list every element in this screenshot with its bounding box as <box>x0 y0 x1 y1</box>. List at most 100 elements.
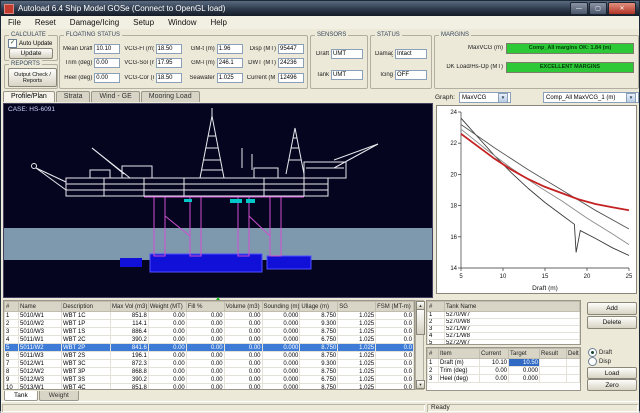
menu-item-file[interactable]: File <box>1 16 28 29</box>
column-header[interactable]: Weight (MT) <box>148 302 186 312</box>
table-cell: 9.300 <box>300 320 338 328</box>
tab-mooring-load[interactable]: Mooring Load <box>141 91 200 102</box>
table-row[interactable]: 45271/W8 <box>428 333 580 340</box>
table-cell: 1.025 <box>338 320 376 328</box>
column-header[interactable]: Tank Name <box>445 302 580 312</box>
table-row[interactable]: 85012/W2WBT 3P868.80.000.000.000.0008.75… <box>5 368 414 376</box>
tab-wind-ge[interactable]: Wind - GE <box>91 91 139 102</box>
menu-item-damage-icing[interactable]: Damage/Icing <box>63 16 126 29</box>
table-row[interactable]: 45011/W1WBT 2C390.20.000.000.000.0006.75… <box>5 336 414 344</box>
scrollbar-thumb[interactable] <box>416 309 425 335</box>
field-value[interactable]: 17.95 <box>156 58 182 68</box>
load-button[interactable]: Load <box>587 367 637 379</box>
column-header[interactable]: # <box>428 302 445 312</box>
field-value[interactable]: OFF <box>395 70 427 80</box>
field-value[interactable]: 1.96 <box>217 44 243 54</box>
graph-type-combobox[interactable]: MaxVCG ▼ <box>459 92 511 103</box>
output-check-reports-button[interactable]: Output Check / Reports <box>8 68 57 87</box>
tab-strata[interactable]: Strata <box>56 91 91 102</box>
sheet-tab-tank[interactable]: Tank <box>4 391 38 401</box>
field-value[interactable]: 0.00 <box>94 73 120 83</box>
column-header[interactable]: Target <box>509 349 540 359</box>
column-header[interactable]: Fill % <box>186 302 224 312</box>
scroll-down-icon[interactable]: ▼ <box>416 380 425 389</box>
table-cell: 0.00 <box>148 368 186 376</box>
field-value[interactable]: 24236 <box>278 58 304 68</box>
column-header[interactable]: SG <box>338 302 376 312</box>
table-row[interactable]: 25010/W2WBT 1P114.10.000.000.000.0009.30… <box>5 320 414 328</box>
field-value[interactable]: UMT <box>331 49 363 59</box>
table-row[interactable]: 3Heel (deg)0.000.000 <box>428 375 580 383</box>
field-value[interactable]: UMT <box>331 70 363 80</box>
table-row[interactable]: 55011/W2WBT 2P841.60.000.000.000.0008.75… <box>5 344 414 352</box>
maximize-button[interactable]: ▢ <box>589 2 607 15</box>
menu-item-setup[interactable]: Setup <box>126 16 161 29</box>
table-row[interactable]: 65011/W3WBT 2S196.10.000.000.000.0008.75… <box>5 352 414 360</box>
field-value[interactable]: 95447 <box>278 44 304 54</box>
field-value[interactable]: 18.50 <box>156 73 182 83</box>
table-row[interactable]: 2Trim (deg)0.000.000 <box>428 367 580 375</box>
zero-button[interactable]: Zero <box>587 379 637 391</box>
column-header[interactable]: Name <box>19 302 62 312</box>
column-header[interactable]: FSM (MT-m) <box>376 302 414 312</box>
menu-item-help[interactable]: Help <box>204 16 234 29</box>
column-header[interactable]: Current <box>480 349 509 359</box>
menu-item-window[interactable]: Window <box>161 16 203 29</box>
auto-update-checkbox[interactable]: ✓ <box>8 39 17 48</box>
chevron-down-icon[interactable]: ▼ <box>626 93 636 103</box>
field-value[interactable]: 246.1 <box>217 58 243 68</box>
field-value[interactable]: 10.10 <box>94 44 120 54</box>
menu-item-reset[interactable]: Reset <box>28 16 63 29</box>
delete-button[interactable]: Delete <box>587 316 637 329</box>
table-row[interactable]: 25270/W8 <box>428 319 580 326</box>
tool-panel: CALCULATE ✓ Auto Update Update REPORTS O… <box>1 29 639 90</box>
table-cell: Heel (deg) <box>439 375 480 383</box>
column-header[interactable]: Volume (m3) <box>224 302 262 312</box>
table-cell: 0.00 <box>148 328 186 336</box>
table-row[interactable]: 75012/W1WBT 3C872.30.000.000.000.0009.30… <box>5 360 414 368</box>
field-label: Disp (MT) <box>247 46 276 52</box>
column-header[interactable]: Item <box>439 349 480 359</box>
sheet-tab-weight[interactable]: Weight <box>39 391 79 401</box>
table-cell: 0.00 <box>186 352 224 360</box>
table-row[interactable]: 55272/W7 <box>428 340 580 346</box>
table-row[interactable]: 15010/W1WBT 1C851.80.000.000.000.0008.75… <box>5 312 414 320</box>
column-header[interactable]: Result <box>540 349 567 359</box>
table-cell: 5012/W3 <box>19 376 62 384</box>
tab-profile-plan[interactable]: Profile/Plan <box>3 91 55 102</box>
column-header[interactable]: Delta <box>567 349 580 359</box>
column-header[interactable]: # <box>5 302 19 312</box>
table-row[interactable]: 95012/W3WBT 3S390.20.000.000.000.0006.75… <box>5 376 414 384</box>
table-cell: 4 <box>428 333 445 340</box>
column-header[interactable]: # <box>428 349 439 359</box>
field-value[interactable]: 1.025 <box>217 73 243 83</box>
field-value[interactable]: Intact <box>395 49 427 59</box>
add-button[interactable]: Add <box>587 302 637 315</box>
radio-disp[interactable] <box>588 357 597 366</box>
field-value[interactable]: 18.50 <box>156 44 182 54</box>
column-header[interactable]: Description <box>62 302 111 312</box>
column-header[interactable]: Ullage (m) <box>300 302 338 312</box>
series-combobox[interactable]: Comp_All MaxVCG_1 (m) ▼ <box>543 92 639 103</box>
table-cell: 0.00 <box>224 376 262 384</box>
column-header[interactable]: Sounding (m) <box>262 302 300 312</box>
table-cell: 1.025 <box>338 312 376 320</box>
table-row[interactable]: 35271/W7 <box>428 326 580 333</box>
table-row[interactable]: 1Draft (m)10.1010.50 <box>428 359 580 367</box>
field-label: GM-l (m) <box>186 60 215 66</box>
table-row[interactable]: 35010/W3WBT 1S886.40.000.000.000.0008.75… <box>5 328 414 336</box>
table-cell: 5271/W7 <box>445 326 580 333</box>
field-value[interactable]: 12496 <box>278 73 304 83</box>
tank-table-scrollbar[interactable]: ▲ ▼ <box>415 300 424 390</box>
table-row[interactable]: 15270/W7 <box>428 312 580 319</box>
table-row[interactable]: 105013/W1WBT 4C851.80.000.000.000.0008.7… <box>5 384 414 391</box>
table-cell: 0.00 <box>224 344 262 352</box>
field-value[interactable]: 0.00 <box>94 58 120 68</box>
update-button[interactable]: Update <box>9 48 53 59</box>
radio-draft[interactable] <box>588 348 597 357</box>
close-button[interactable]: ✕ <box>608 2 636 15</box>
chevron-down-icon[interactable]: ▼ <box>498 93 508 103</box>
column-header[interactable]: Max Vol (m3) <box>111 302 149 312</box>
minimize-button[interactable]: — <box>570 2 588 15</box>
profile-view-canvas[interactable]: CASE: HS-6091 <box>3 103 433 298</box>
